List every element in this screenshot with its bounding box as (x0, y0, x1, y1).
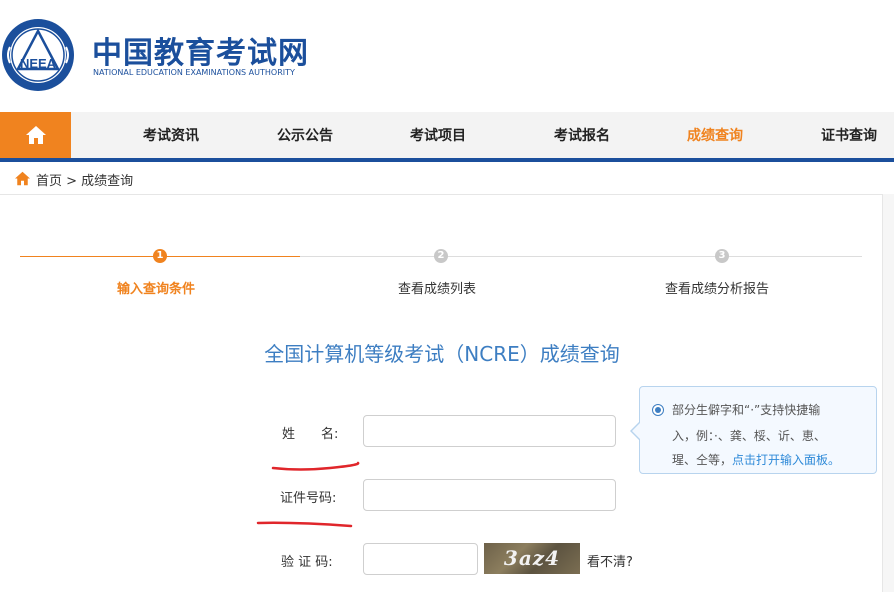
id-number-input[interactable] (363, 479, 616, 511)
nav-item-certificate-query[interactable]: 证书查询 (821, 112, 877, 158)
input-tip-popover: 部分生僻字和“·”支持快捷输 入，例：·、龚、桵、䜣、恵、 瑆、仝等，点击打开输… (630, 386, 877, 474)
neea-emblem-icon[interactable]: NEEA (0, 17, 76, 93)
home-icon[interactable] (14, 171, 31, 186)
home-icon (25, 126, 46, 144)
step-2-marker: 2 (434, 249, 448, 263)
nav-home-button[interactable] (0, 112, 71, 158)
breadcrumb-text[interactable]: 首页 > 成绩查询 (36, 170, 133, 189)
scrollbar[interactable] (882, 194, 894, 592)
nav-item-registration[interactable]: 考试报名 (554, 112, 610, 158)
step-1-label: 输入查询条件 (117, 282, 196, 297)
radio-selected-icon (652, 404, 664, 416)
step-3-label: 查看成绩分析报告 (665, 282, 770, 297)
step-3-marker: 3 (715, 249, 729, 263)
tip-text-line3-text: 瑆、仝等， (672, 453, 733, 467)
captcha-input[interactable] (363, 543, 478, 575)
tip-text-line3: 瑆、仝等，点击打开输入面板。 (672, 451, 840, 468)
brand-subtitle: NATIONAL EDUCATION EXAMINATIONS AUTHORIT… (93, 68, 295, 77)
nav-item-announcements[interactable]: 公示公告 (277, 112, 333, 158)
captcha-image[interactable]: 3az4 (484, 543, 580, 574)
logo-text: NEEA (20, 56, 57, 71)
brand-title[interactable]: 中国教育考试网 (92, 28, 309, 72)
breadcrumb: 首页 > 成绩查询 (0, 162, 894, 195)
captcha-label: 验 证 码: (281, 555, 333, 570)
id-number-label: 证件号码: (280, 491, 337, 506)
tip-text-line2: 入，例：·、龚、桵、䜣、恵、 (672, 429, 826, 443)
main-nav: 考试资讯 公示公告 考试项目 考试报名 成绩查询 证书查询 (0, 112, 894, 162)
step-2-label: 查看成绩列表 (398, 282, 477, 297)
annotation-underline (271, 461, 360, 471)
page-title: 全国计算机等级考试（NCRE）成绩查询 (264, 342, 620, 366)
open-input-panel-link[interactable]: 点击打开输入面板。 (732, 453, 840, 467)
tip-text-line1: 部分生僻字和“·”支持快捷输 (672, 403, 821, 417)
tip-arrow (632, 422, 641, 440)
step-1-marker: 1 (153, 249, 167, 263)
name-input[interactable] (363, 415, 616, 447)
captcha-refresh-link[interactable]: 看不清? (587, 551, 633, 570)
step-progress-track (300, 256, 862, 257)
nav-item-exam-projects[interactable]: 考试项目 (410, 112, 466, 158)
site-header: NEEA 中国教育考试网 NATIONAL EDUCATION EXAMINAT… (0, 0, 894, 112)
name-label: 姓 名: (282, 427, 339, 442)
annotation-underline (256, 521, 353, 528)
nav-item-score-query[interactable]: 成绩查询 (687, 112, 743, 158)
nav-item-exam-news[interactable]: 考试资讯 (143, 112, 199, 158)
